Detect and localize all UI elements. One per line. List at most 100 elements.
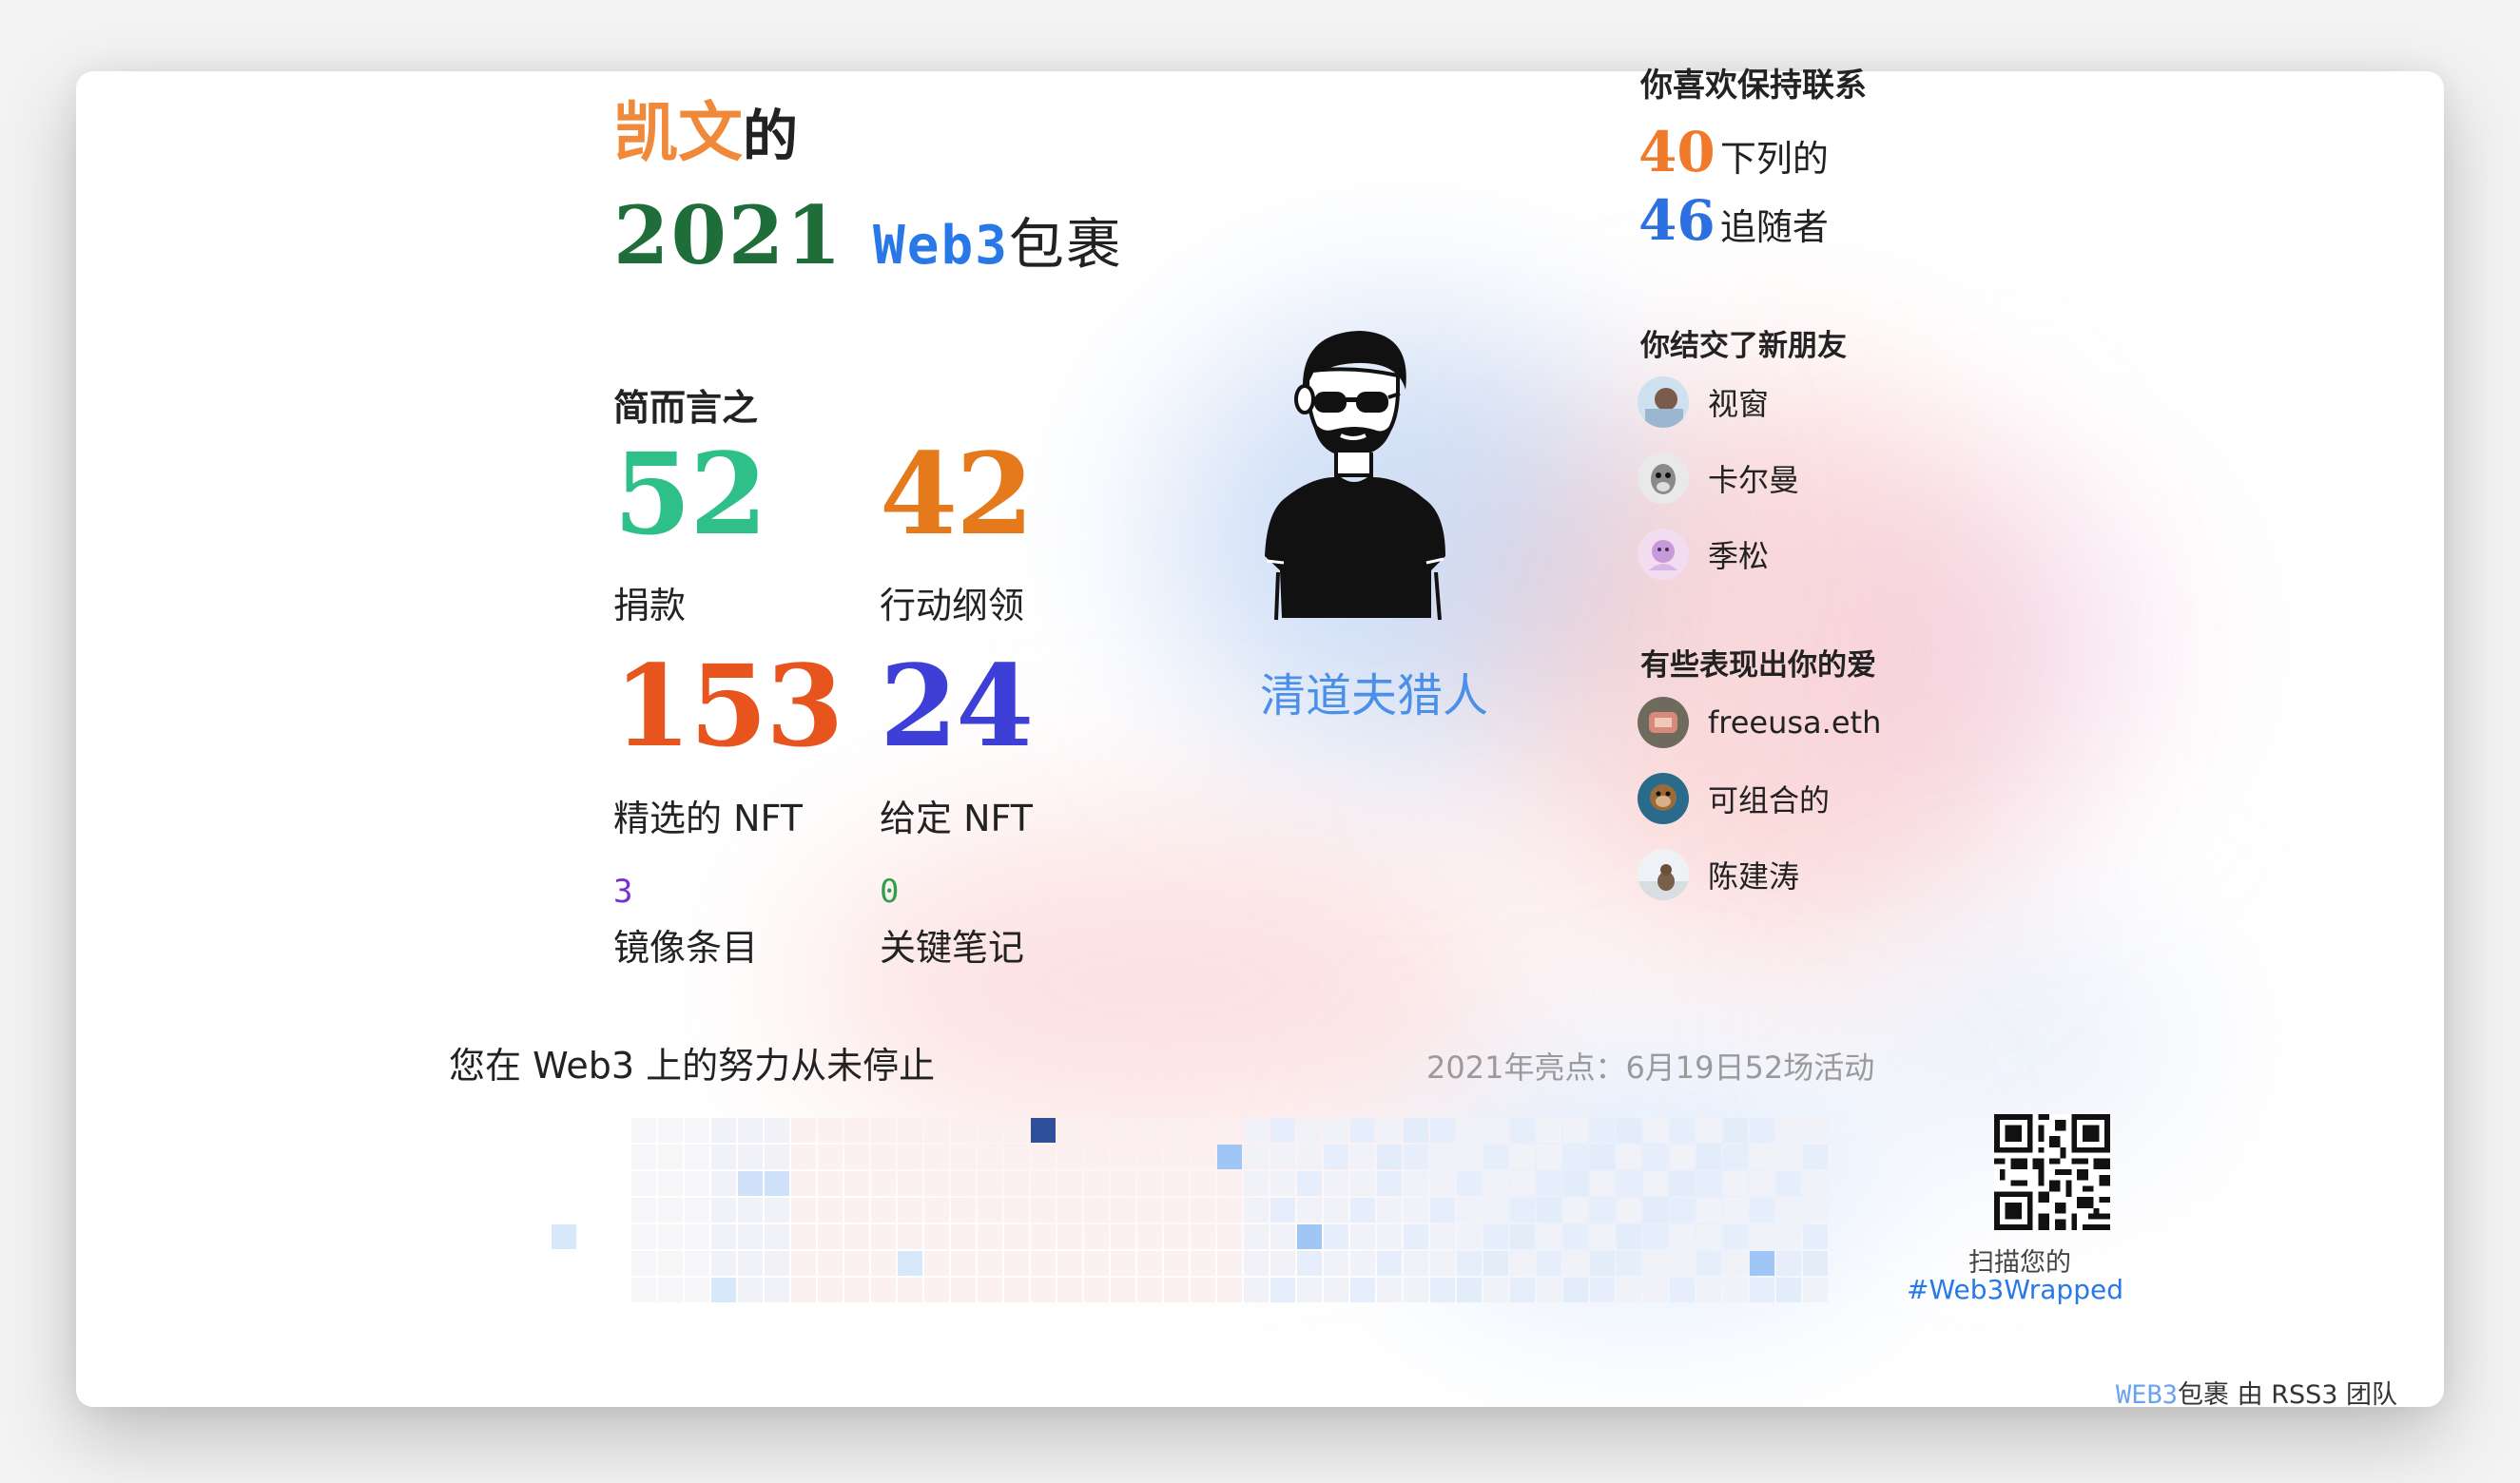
activity-cell <box>1324 1171 1348 1196</box>
activity-cell <box>1057 1278 1082 1302</box>
activity-cell <box>1723 1251 1748 1276</box>
activity-cell <box>1696 1278 1721 1302</box>
activity-cell <box>818 1171 843 1196</box>
qr-code <box>1994 1114 2110 1230</box>
activity-cell <box>631 1224 656 1249</box>
avatar <box>1638 453 1689 504</box>
activity-cell <box>1617 1171 1641 1196</box>
love-item[interactable]: 陈建涛 <box>1638 848 1799 901</box>
activity-cell <box>844 1198 869 1223</box>
activity-cell <box>1590 1278 1615 1302</box>
activity-cell <box>711 1251 736 1276</box>
activity-cell <box>605 1118 630 1143</box>
activity-cell <box>1457 1198 1482 1223</box>
activity-cell <box>1537 1145 1561 1169</box>
activity-cell <box>1404 1171 1428 1196</box>
activity-cell <box>1430 1171 1455 1196</box>
activity-cell <box>1643 1224 1668 1249</box>
activity-cell <box>738 1251 763 1276</box>
activity-cell <box>1696 1171 1721 1196</box>
connections-heading: 你喜欢保持联系 <box>1640 67 1867 105</box>
activity-cell <box>1244 1118 1269 1143</box>
activity-cell <box>1590 1251 1615 1276</box>
activity-cell <box>844 1145 869 1169</box>
activity-cell <box>1803 1171 1828 1196</box>
qr-code-icon <box>1994 1114 2110 1230</box>
avatar <box>1638 529 1689 580</box>
activity-cell <box>1404 1118 1428 1143</box>
activity-cell <box>605 1251 630 1276</box>
activity-cell <box>1111 1278 1135 1302</box>
activity-cell <box>871 1145 896 1169</box>
activity-cell <box>1430 1145 1455 1169</box>
activity-cell <box>924 1224 949 1249</box>
activity-cell <box>1350 1224 1375 1249</box>
activity-cell <box>1217 1118 1242 1143</box>
activity-cell <box>951 1118 976 1143</box>
activity-cell <box>1297 1118 1322 1143</box>
hashtag-link[interactable]: #Web3Wrapped <box>1907 1274 2123 1305</box>
activity-cell <box>1350 1251 1375 1276</box>
activity-cell <box>1617 1278 1641 1302</box>
footer-brand: WEB3 <box>2116 1380 2179 1410</box>
activity-cell <box>1057 1251 1082 1276</box>
avatar <box>1638 697 1689 748</box>
activity-cell <box>1457 1224 1482 1249</box>
activity-cell <box>1217 1145 1242 1169</box>
activity-cell <box>898 1251 922 1276</box>
activity-cell <box>1111 1145 1135 1169</box>
stat-donations-value: 52 <box>613 428 767 560</box>
activity-cell <box>1270 1118 1295 1143</box>
activity-cell <box>818 1224 843 1249</box>
activity-cell <box>605 1145 630 1169</box>
activity-cell <box>1191 1145 1215 1169</box>
avatar-illustration-icon <box>1265 331 1445 621</box>
activity-cell <box>1004 1251 1029 1276</box>
page-title-line2: 2021 Web3包裹 <box>613 188 1123 294</box>
footer-credit: WEB3包裹 由 RSS3 团队 <box>2116 1374 2397 1411</box>
activity-cell <box>1617 1198 1641 1223</box>
stat-selected-nft-label: 精选的 NFT <box>613 798 803 839</box>
love-item[interactable]: freeusa.eth <box>1638 696 1881 749</box>
activity-cell <box>1164 1198 1189 1223</box>
activity-cell <box>738 1224 763 1249</box>
activity-cell <box>951 1145 976 1169</box>
love-item[interactable]: 可组合的 <box>1638 772 1830 825</box>
activity-cell <box>1350 1198 1375 1223</box>
activity-cell <box>1191 1278 1215 1302</box>
activity-cell <box>1510 1198 1535 1223</box>
activity-cell <box>1670 1145 1695 1169</box>
activity-cell <box>924 1145 949 1169</box>
activity-cell <box>1297 1145 1322 1169</box>
activity-cell <box>711 1118 736 1143</box>
friend-name: 卡尔曼 <box>1708 462 1800 498</box>
activity-cell <box>1670 1278 1695 1302</box>
activity-cell <box>1750 1145 1774 1169</box>
activity-cell <box>1217 1171 1242 1196</box>
activity-cell <box>1270 1145 1295 1169</box>
activity-cell <box>1404 1251 1428 1276</box>
activity-cell <box>898 1278 922 1302</box>
friend-item[interactable]: 视窗 <box>1638 376 1769 429</box>
activity-cell <box>1004 1224 1029 1249</box>
activity-cell <box>685 1145 709 1169</box>
activity-cell <box>1084 1118 1109 1143</box>
activity-cell <box>1297 1251 1322 1276</box>
activity-cell <box>1191 1171 1215 1196</box>
activity-cell <box>578 1278 603 1302</box>
activity-cell <box>1776 1251 1801 1276</box>
activity-cell <box>791 1224 816 1249</box>
activity-cell <box>1244 1145 1269 1169</box>
activity-cell <box>1563 1145 1588 1169</box>
friend-item[interactable]: 卡尔曼 <box>1638 452 1799 505</box>
activity-cell <box>1324 1145 1348 1169</box>
friend-item[interactable]: 季松 <box>1638 528 1769 581</box>
activity-cell <box>1696 1224 1721 1249</box>
activity-cell <box>765 1171 789 1196</box>
activity-cell <box>1084 1278 1109 1302</box>
activity-cell <box>1004 1171 1029 1196</box>
activity-cell <box>1031 1278 1056 1302</box>
profile-nickname: 清道夫猎人 <box>1260 669 1489 722</box>
activity-cell <box>791 1145 816 1169</box>
activity-cell <box>1643 1118 1668 1143</box>
